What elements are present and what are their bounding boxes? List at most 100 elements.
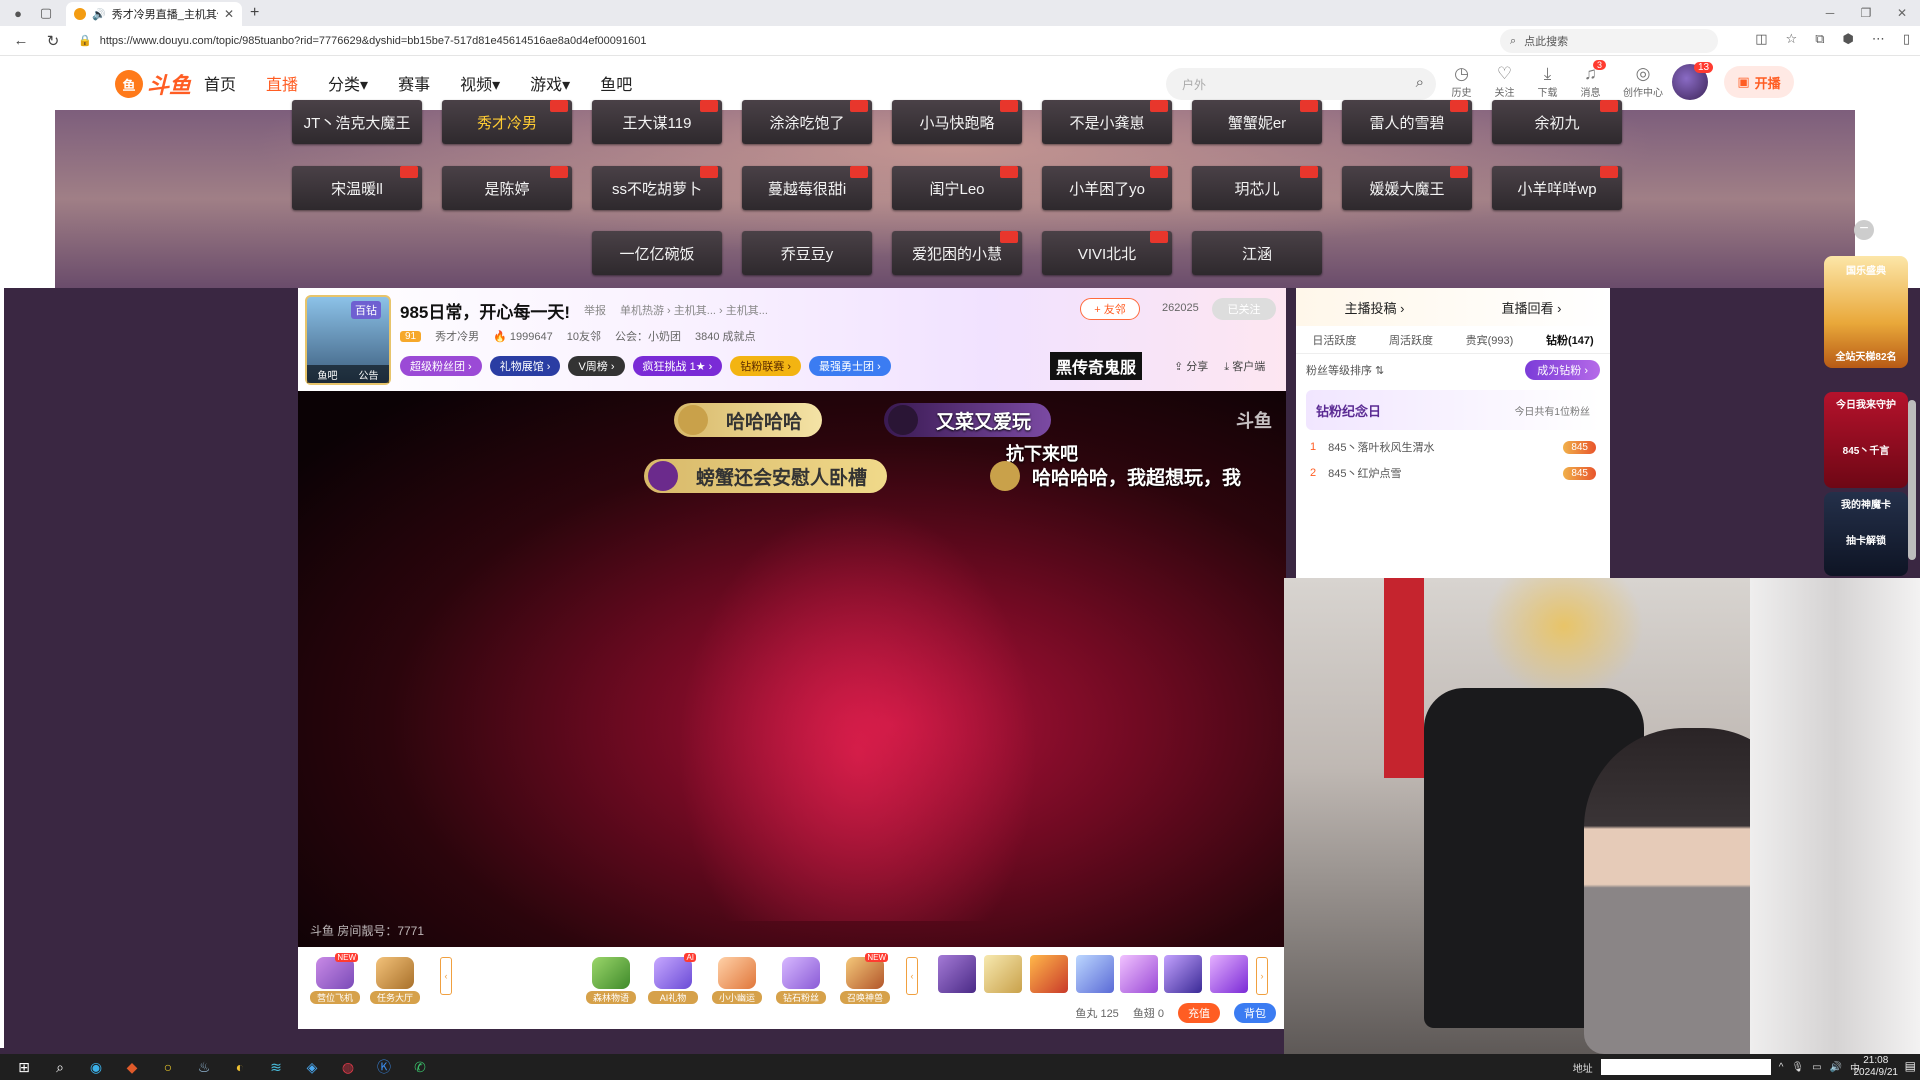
- new-tab-icon[interactable]: +: [250, 4, 259, 22]
- collapse-icon[interactable]: −: [1854, 220, 1874, 240]
- promo-festival[interactable]: 国乐盛典 全站天梯82名: [1824, 256, 1908, 368]
- nav-live[interactable]: 直播: [266, 71, 298, 95]
- windows-start-icon[interactable]: ⊞: [12, 1057, 36, 1077]
- streamer-avatar[interactable]: 百钻 鱼吧 公告: [305, 295, 391, 385]
- promo-guard[interactable]: 今日我来守护 845丶千言: [1824, 392, 1908, 488]
- tab-vip[interactable]: 贵宾(993): [1466, 332, 1514, 348]
- refresh-icon[interactable]: ↻: [42, 32, 64, 50]
- gift-item[interactable]: NEW 营位飞机: [310, 953, 360, 1004]
- close-window-icon[interactable]: ✕: [1884, 0, 1920, 26]
- nav-category[interactable]: 分类▾: [328, 71, 368, 95]
- nav-home[interactable]: 首页: [204, 71, 236, 95]
- profile-icon[interactable]: ●: [8, 3, 28, 23]
- url-field[interactable]: 🔒 https://www.douyu.com/topic/985tuanbo?…: [78, 29, 1398, 53]
- anchor-button[interactable]: 雷人的雪碧: [1342, 100, 1472, 144]
- recharge-button[interactable]: 充值: [1178, 1003, 1220, 1023]
- fan-club-pill[interactable]: 超级粉丝团 ›: [400, 356, 482, 376]
- nav-events[interactable]: 赛事: [398, 71, 430, 95]
- start-broadcast-button[interactable]: ▣ 开播: [1724, 66, 1794, 98]
- warrior-group-pill[interactable]: 最强勇士团 ›: [809, 356, 891, 376]
- netease-music-icon[interactable]: ◍: [336, 1057, 360, 1077]
- messages-button[interactable]: ♫ 消息 3: [1577, 60, 1606, 99]
- anchor-button[interactable]: 小羊困了yo: [1042, 166, 1172, 210]
- tray-expand-icon[interactable]: ^: [1779, 1062, 1784, 1073]
- extension-icon[interactable]: ⬢: [1842, 31, 1853, 47]
- gift-scroll-left[interactable]: ‹: [440, 957, 452, 995]
- restore-icon[interactable]: ❐: [1848, 0, 1884, 26]
- app-icon[interactable]: ◆: [120, 1057, 144, 1077]
- add-friend-button[interactable]: + 友邻: [1080, 298, 1140, 320]
- gift-thumb[interactable]: [938, 955, 976, 993]
- split-screen-icon[interactable]: ◫: [1755, 31, 1767, 47]
- minimize-icon[interactable]: ─: [1812, 0, 1848, 26]
- download-button[interactable]: ⤓ 下载: [1534, 64, 1561, 99]
- yuba-link[interactable]: 鱼吧: [318, 367, 338, 382]
- anchor-button[interactable]: 王大谋119: [592, 100, 722, 144]
- nav-games[interactable]: 游戏▾: [530, 71, 570, 95]
- gift-thumb[interactable]: [1210, 955, 1248, 993]
- become-diamond-fan-button[interactable]: 成为钻粉 ›: [1525, 360, 1600, 380]
- gift-hall-pill[interactable]: 礼物展馆 ›: [489, 356, 561, 376]
- chrome-icon[interactable]: ◐: [228, 1057, 252, 1077]
- anchor-button[interactable]: 宋温暖ll: [292, 166, 422, 210]
- tab-diamond-fans[interactable]: 钻粉(147): [1546, 332, 1594, 348]
- browser-tab[interactable]: 🔊 秀才冷男直播_主机其他游戏 ✕: [66, 2, 242, 26]
- replay-link[interactable]: 直播回看 ›: [1502, 298, 1562, 317]
- kugou-icon[interactable]: Ⓚ: [372, 1057, 396, 1077]
- anchor-button[interactable]: 小羊咩咩wp: [1492, 166, 1622, 210]
- share-button[interactable]: ⇪ 分享: [1174, 358, 1208, 374]
- notification-icon[interactable]: ▤: [1905, 1059, 1916, 1073]
- douyu-logo[interactable]: 鱼 斗鱼: [115, 68, 191, 100]
- gift-thumb[interactable]: [984, 955, 1022, 993]
- follow-button[interactable]: ♡ 关注: [1491, 64, 1518, 99]
- search-icon[interactable]: ⌕: [1416, 74, 1424, 91]
- anchor-button[interactable]: 江涵: [1192, 231, 1322, 275]
- streamer-name[interactable]: 秀才冷男: [435, 328, 479, 344]
- creator-center-button[interactable]: ◎ 创作中心: [1620, 64, 1666, 99]
- anchor-button[interactable]: 闺宁Leo: [892, 166, 1022, 210]
- anchor-button[interactable]: 蔓越莓很甜i: [742, 166, 872, 210]
- nav-video[interactable]: 视频▾: [460, 71, 500, 95]
- history-button[interactable]: ◷ 历史: [1448, 64, 1475, 99]
- anchor-button[interactable]: 蟹蟹妮er: [1192, 100, 1322, 144]
- friends-count[interactable]: 10友邻: [567, 328, 601, 344]
- page-scrollbar[interactable]: [1908, 400, 1916, 560]
- fan-rank-row[interactable]: 1 845丶落叶秋风生渭水 845: [1296, 434, 1610, 460]
- speaker-icon[interactable]: 🔊: [92, 8, 106, 21]
- union-name[interactable]: 公会：小奶团: [615, 328, 681, 344]
- more-icon[interactable]: ⋯: [1872, 31, 1885, 47]
- tab-actions-icon[interactable]: ▢: [36, 3, 56, 23]
- clock[interactable]: 21:08 2024/9/21: [1854, 1055, 1899, 1079]
- edge-icon[interactable]: ◉: [84, 1057, 108, 1077]
- weekly-rank-pill[interactable]: V周榜 ›: [568, 356, 625, 376]
- gift-scroll-right[interactable]: ›: [1256, 957, 1268, 995]
- anchor-button[interactable]: 小马快跑略: [892, 100, 1022, 144]
- gift-thumb[interactable]: [1030, 955, 1068, 993]
- streamer-posts-link[interactable]: 主播投稿 ›: [1345, 298, 1405, 317]
- followed-button[interactable]: 已关注: [1212, 298, 1276, 320]
- gift-scroll-middle[interactable]: ‹: [906, 957, 918, 995]
- client-button[interactable]: ⤓ 客户端: [1224, 358, 1265, 374]
- game-ad-banner[interactable]: 黑传奇鬼服: [1050, 352, 1143, 380]
- achievement-points[interactable]: 3840 成就点: [695, 328, 756, 344]
- collections-icon[interactable]: ⧉: [1815, 31, 1824, 47]
- network-icon[interactable]: ▭: [1812, 1062, 1821, 1073]
- close-tab-icon[interactable]: ✕: [224, 7, 234, 21]
- tab-weekly[interactable]: 周活跃度: [1389, 332, 1433, 348]
- app-icon[interactable]: ○: [156, 1057, 180, 1077]
- anchor-button[interactable]: 媛媛大魔王: [1342, 166, 1472, 210]
- back-icon[interactable]: ←: [10, 32, 32, 49]
- favorites-icon[interactable]: ☆: [1786, 31, 1798, 47]
- challenge-pill[interactable]: 疯狂挑战 1★ ›: [632, 356, 723, 376]
- anchor-button[interactable]: JT丶浩克大魔王: [292, 100, 422, 144]
- gift-thumb[interactable]: [1164, 955, 1202, 993]
- gift-item[interactable]: 任务大厅: [370, 957, 420, 1004]
- gift-thumb[interactable]: [1076, 955, 1114, 993]
- anchor-button[interactable]: 是陈婷: [442, 166, 572, 210]
- video-player[interactable]: 哈哈哈哈 又菜又爱玩 抗下来吧 螃蟹还会安慰人卧槽 哈哈哈哈，我超想玩，我 斗鱼…: [298, 391, 1286, 947]
- gift-item[interactable]: 钻石粉丝: [776, 957, 826, 1004]
- diamond-league-pill[interactable]: 钻粉联赛 ›: [730, 356, 802, 376]
- browser-search-box[interactable]: ⌕ 点此搜索: [1500, 29, 1718, 53]
- anchor-button[interactable]: 涂涂吃饱了: [742, 100, 872, 144]
- app-icon[interactable]: ◈: [300, 1057, 324, 1077]
